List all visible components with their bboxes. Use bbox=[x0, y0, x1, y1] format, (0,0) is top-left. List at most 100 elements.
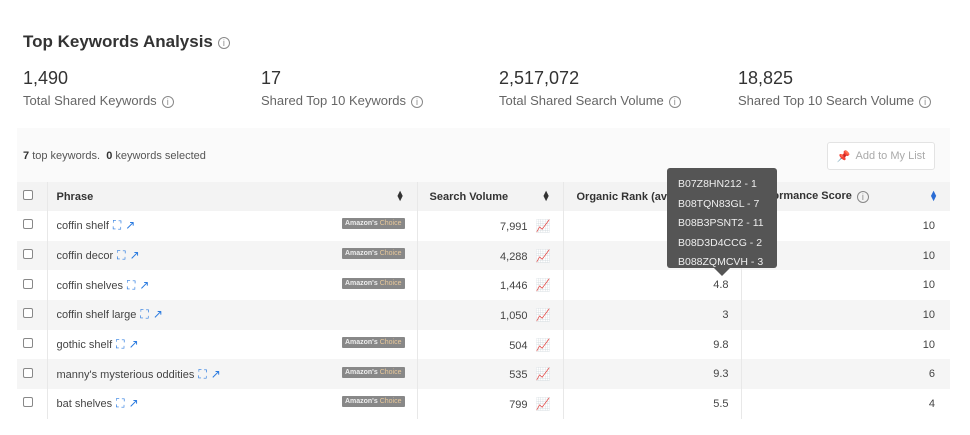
stat-total-shared-keywords: 1,490 Total Shared Keywords i bbox=[23, 68, 174, 108]
organic-rank-value[interactable]: 3 bbox=[722, 309, 728, 321]
external-link-icon[interactable]: ↗ bbox=[130, 248, 140, 262]
row-checkbox[interactable] bbox=[23, 308, 33, 319]
trend-chart-icon[interactable]: 📈 bbox=[536, 219, 551, 233]
row-checkbox[interactable] bbox=[23, 249, 33, 260]
table-row: coffin shelves ⛶ ↗ Amazon's Choice 1,446 📈 4… bbox=[17, 270, 950, 301]
amazons-choice-badge: Amazon's Choice bbox=[341, 396, 405, 408]
external-link-icon[interactable]: ↗ bbox=[125, 218, 135, 232]
column-phrase[interactable]: Phrase bbox=[57, 191, 94, 203]
table-row: manny's mysterious oddities ⛶ ↗ Amazon's Ch… bbox=[17, 359, 950, 390]
amazon-search-icon[interactable]: ⛶ bbox=[113, 218, 121, 232]
info-icon[interactable]: i bbox=[161, 95, 174, 108]
table-row: coffin shelf ⛶ ↗ Amazon's Choice 7,991 📈 10 bbox=[17, 211, 950, 241]
add-label: Add to My List bbox=[855, 150, 926, 162]
stat-value: 2,517,072 bbox=[499, 68, 580, 88]
amazon-search-icon[interactable]: ⛶ bbox=[117, 248, 125, 262]
performance-score-value: 10 bbox=[922, 279, 935, 292]
info-icon[interactable]: i bbox=[919, 95, 932, 108]
search-volume-value: 535 bbox=[509, 369, 528, 382]
info-icon[interactable]: i bbox=[217, 36, 230, 49]
phrase-text: coffin shelf large bbox=[56, 309, 137, 322]
organic-rank-value[interactable]: 9.8 bbox=[713, 339, 728, 351]
organic-rank-value[interactable]: 9.3 bbox=[713, 368, 728, 380]
tooltip-line: B08TQN83GL - 7 bbox=[678, 197, 760, 210]
keyword-count: 7 top keywords. 0 keywords selected bbox=[23, 150, 206, 162]
sort-icon[interactable]: ▲ ▼ bbox=[542, 189, 551, 203]
row-checkbox[interactable] bbox=[23, 219, 33, 230]
amazons-choice-badge: Amazon's Choice bbox=[341, 337, 405, 349]
tooltip-line: B07Z8HN212 - 1 bbox=[678, 178, 757, 190]
amazons-choice-badge: Amazon's Choice bbox=[341, 218, 405, 230]
pin-icon: 📌 bbox=[836, 150, 851, 163]
performance-score-value: 10 bbox=[922, 308, 935, 321]
trend-chart-icon[interactable]: 📈 bbox=[536, 367, 551, 381]
table-row: coffin shelf large ⛶ ↗ 1,050 📈 3 10 bbox=[17, 300, 950, 330]
organic-rank-value[interactable]: 4.8 bbox=[713, 279, 728, 291]
row-checkbox[interactable] bbox=[23, 367, 33, 378]
stat-top10-search-volume: 18,825 Shared Top 10 Search Volume i bbox=[738, 68, 932, 108]
table-row: coffin decor ⛶ ↗ Amazon's Choice 4,288 📈 10 bbox=[17, 240, 950, 271]
row-checkbox[interactable] bbox=[23, 397, 33, 408]
amazon-search-icon[interactable]: ⛶ bbox=[127, 278, 135, 292]
phrase-text: coffin shelf bbox=[56, 220, 109, 233]
table-row: gothic shelf ⛶ ↗ Amazon's Choice 504 📈 9.8 1… bbox=[17, 329, 950, 360]
row-checkbox[interactable] bbox=[23, 338, 33, 349]
search-volume-value: 504 bbox=[509, 339, 528, 352]
amazon-search-icon[interactable]: ⛶ bbox=[198, 367, 206, 381]
stat-value: 1,490 bbox=[23, 68, 69, 88]
amazons-choice-badge: Amazon's Choice bbox=[341, 248, 405, 260]
stat-label: Total Shared Search Volume bbox=[499, 93, 664, 108]
column-search-volume[interactable]: Search Volume bbox=[430, 191, 509, 203]
external-link-icon[interactable]: ↗ bbox=[153, 307, 163, 321]
tooltip-line: B08B3PSNT2 - 11 bbox=[678, 217, 764, 229]
add-to-my-list-button[interactable]: 📌 Add to My List bbox=[827, 142, 935, 170]
organic-rank-value[interactable]: 5.5 bbox=[713, 398, 728, 410]
info-icon[interactable]: i bbox=[856, 190, 869, 203]
row-checkbox[interactable] bbox=[23, 278, 33, 289]
stat-label: Total Shared Keywords bbox=[23, 93, 157, 108]
phrase-text: bat shelves bbox=[56, 398, 113, 411]
external-link-icon[interactable]: ↗ bbox=[129, 337, 139, 351]
phrase-text: coffin decor bbox=[56, 250, 114, 263]
performance-score-value: 10 bbox=[922, 219, 935, 232]
trend-chart-icon[interactable]: 📈 bbox=[536, 338, 551, 352]
performance-score-value: 4 bbox=[928, 397, 935, 410]
search-volume-value: 1,050 bbox=[500, 309, 528, 322]
stat-value: 17 bbox=[261, 68, 282, 88]
phrase-text: manny's mysterious oddities bbox=[56, 368, 195, 381]
trend-chart-icon[interactable]: 📈 bbox=[536, 278, 551, 292]
stat-shared-top10-keywords: 17 Shared Top 10 Keywords i bbox=[261, 68, 424, 108]
phrase-text: coffin shelves bbox=[56, 279, 123, 292]
tooltip-line: B088ZQMCVH - 3 bbox=[678, 256, 764, 268]
stat-label: Shared Top 10 Search Volume bbox=[738, 93, 915, 108]
column-organic-rank[interactable]: Organic Rank (avg) bbox=[577, 191, 678, 203]
amazon-search-icon[interactable]: ⛶ bbox=[116, 337, 124, 351]
title-text: Top Keywords Analysis bbox=[23, 32, 213, 51]
table-row: bat shelves ⛶ ↗ Amazon's Choice 799 📈 5.5 4 bbox=[17, 389, 950, 419]
trend-chart-icon[interactable]: 📈 bbox=[536, 249, 551, 263]
external-link-icon[interactable]: ↗ bbox=[129, 396, 139, 410]
stat-total-search-volume: 2,517,072 Total Shared Search Volume i bbox=[499, 68, 681, 108]
trend-chart-icon[interactable]: 📈 bbox=[536, 308, 551, 322]
asin-rank-tooltip: B07Z8HN212 - 1 B08TQN83GL - 7 B08B3PSNT2… bbox=[667, 168, 777, 276]
amazon-search-icon[interactable]: ⛶ bbox=[116, 396, 124, 410]
trend-chart-icon[interactable]: 📈 bbox=[536, 397, 551, 411]
select-all-checkbox[interactable] bbox=[23, 190, 33, 200]
tooltip-line: B08D3D4CCG - 2 bbox=[678, 236, 763, 249]
info-icon[interactable]: i bbox=[668, 95, 681, 108]
search-volume-value: 4,288 bbox=[500, 250, 528, 263]
performance-score-value: 10 bbox=[922, 338, 935, 351]
stat-value: 18,825 bbox=[738, 68, 794, 88]
sort-icon[interactable]: ▲ ▼ bbox=[396, 189, 405, 203]
search-volume-value: 7,991 bbox=[500, 220, 528, 233]
sort-icon[interactable]: ▲ ▼ bbox=[929, 189, 938, 203]
phrase-text: gothic shelf bbox=[56, 339, 113, 352]
info-icon[interactable]: i bbox=[411, 95, 424, 108]
amazon-search-icon[interactable]: ⛶ bbox=[140, 307, 148, 321]
amazons-choice-badge: Amazon's Choice bbox=[341, 366, 405, 378]
amazons-choice-badge: Amazon's Choice bbox=[341, 277, 405, 289]
external-link-icon[interactable]: ↗ bbox=[139, 278, 149, 292]
performance-score-value: 10 bbox=[922, 249, 935, 262]
keywords-table: Phrase ▲ ▼ Search Volume ▲ ▼ Organic Rank (a… bbox=[17, 182, 950, 419]
external-link-icon[interactable]: ↗ bbox=[211, 367, 221, 381]
